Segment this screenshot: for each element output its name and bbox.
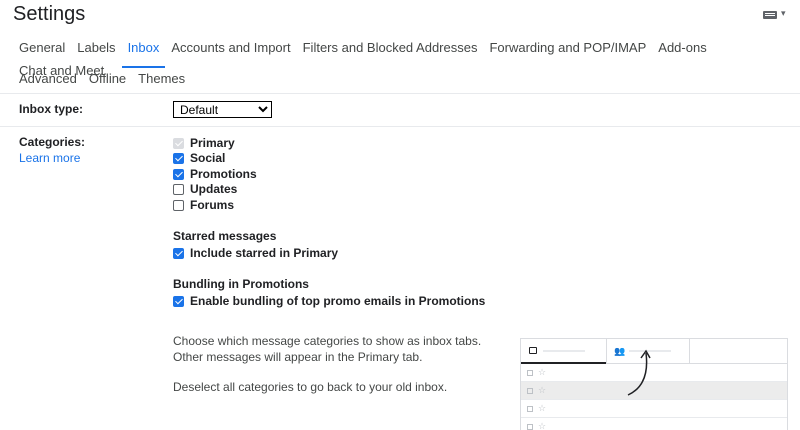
bundling-checkbox[interactable]	[173, 295, 184, 307]
category-updates[interactable]: Updates	[173, 182, 237, 196]
preview-row: ☆	[521, 418, 787, 430]
category-social[interactable]: Social	[173, 151, 225, 165]
tab-add-ons[interactable]: Add-ons	[652, 38, 712, 61]
settings-tabs-row-2: Advanced Offline Themes	[13, 69, 793, 92]
category-primary-checkbox	[173, 137, 184, 149]
preview-checkbox	[527, 405, 533, 412]
category-primary: Primary	[173, 136, 235, 150]
category-updates-label: Updates	[190, 182, 238, 196]
learn-more-link[interactable]: Learn more	[19, 151, 80, 165]
include-starred-label: Include starred in Primary	[190, 246, 339, 260]
preview-tab-line	[543, 350, 585, 352]
preview-checkbox	[527, 423, 533, 430]
curved-arrow-icon	[627, 349, 651, 396]
category-promotions[interactable]: Promotions	[173, 167, 257, 181]
preview-row: ☆	[521, 400, 787, 418]
keyboard-icon[interactable]	[763, 11, 777, 19]
starred-messages-title: Starred messages	[173, 229, 277, 243]
star-icon: ☆	[538, 367, 547, 377]
category-forums-checkbox[interactable]	[173, 199, 184, 211]
category-social-label: Social	[190, 151, 226, 165]
chevron-down-icon[interactable]: ▾	[781, 8, 786, 19]
category-forums[interactable]: Forums	[173, 198, 234, 212]
inbox-type-select[interactable]: Default	[173, 101, 272, 118]
category-primary-label: Primary	[190, 136, 235, 150]
categories-label: Categories:	[19, 135, 86, 149]
bundling-title: Bundling in Promotions	[173, 277, 309, 291]
tab-accounts-and-import[interactable]: Accounts and Import	[165, 38, 296, 61]
preview-primary-tab	[521, 339, 606, 364]
tab-offline[interactable]: Offline	[83, 69, 132, 92]
inbox-icon	[529, 347, 537, 354]
tab-forwarding-and-pop-imap[interactable]: Forwarding and POP/IMAP	[483, 38, 652, 61]
star-icon: ☆	[538, 403, 547, 413]
star-icon: ☆	[538, 421, 547, 430]
page-title: Settings	[13, 3, 86, 25]
categories-description: Choose which message categories to show …	[173, 334, 482, 364]
star-icon: ☆	[538, 385, 547, 395]
category-promotions-label: Promotions	[190, 167, 257, 181]
include-starred-option[interactable]: Include starred in Primary	[173, 246, 338, 260]
tab-filters-and-blocked-addresses[interactable]: Filters and Blocked Addresses	[297, 38, 484, 61]
tab-general[interactable]: General	[13, 38, 71, 61]
inbox-type-label: Inbox type:	[19, 102, 84, 116]
preview-checkbox	[527, 387, 533, 394]
category-updates-checkbox[interactable]	[173, 183, 184, 195]
tabs-divider	[0, 93, 800, 94]
category-social-checkbox[interactable]	[173, 152, 184, 164]
bundling-label: Enable bundling of top promo emails in P…	[190, 294, 486, 308]
deselect-description: Deselect all categories to go back to yo…	[173, 380, 448, 394]
bundling-option[interactable]: Enable bundling of top promo emails in P…	[173, 294, 485, 308]
category-forums-label: Forums	[190, 198, 235, 212]
tab-themes[interactable]: Themes	[132, 69, 191, 92]
include-starred-checkbox[interactable]	[173, 247, 184, 259]
tab-inbox[interactable]: Inbox	[121, 38, 166, 68]
preview-checkbox	[527, 369, 533, 376]
category-promotions-checkbox[interactable]	[173, 168, 184, 180]
tab-advanced[interactable]: Advanced	[13, 69, 83, 92]
section-divider	[0, 126, 800, 127]
tab-labels[interactable]: Labels	[71, 38, 121, 61]
